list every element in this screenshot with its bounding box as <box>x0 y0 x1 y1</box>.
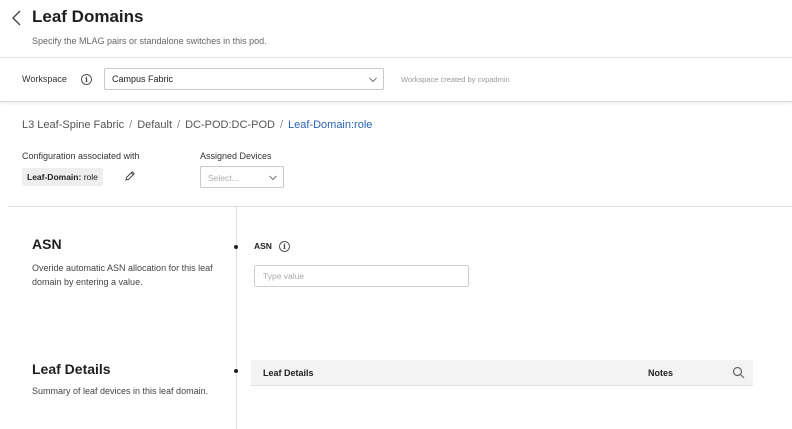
asn-field-label-text: ASN <box>254 241 272 251</box>
leaf-details-section-description: Summary of leaf devices in this leaf dom… <box>32 386 209 396</box>
leaf-details-table-header: Leaf Details Notes <box>251 360 753 386</box>
pencil-icon[interactable] <box>124 170 136 182</box>
breadcrumb-separator: / <box>177 119 181 131</box>
info-icon[interactable]: i <box>81 74 92 85</box>
chevron-down-icon <box>369 77 377 83</box>
leaf-details-section-title: Leaf Details <box>32 361 111 377</box>
leaf-details-rail-marker <box>234 369 238 373</box>
breadcrumb-separator: / <box>279 119 284 131</box>
chevron-down-icon <box>269 175 277 181</box>
breadcrumb-item-default[interactable]: Default <box>137 119 172 131</box>
search-icon[interactable] <box>732 366 745 379</box>
asn-section-title: ASN <box>32 236 62 252</box>
page-header: Leaf Domains Specify the MLAG pairs or s… <box>0 0 792 58</box>
configuration-tag: Leaf-Domain: role <box>22 168 103 186</box>
breadcrumb: L3 Leaf-Spine Fabric / Default / DC-POD:DC-P… <box>22 119 372 131</box>
page-subtitle: Specify the MLAG pairs or standalone swi… <box>32 36 267 46</box>
chevron-left-icon[interactable] <box>9 8 25 28</box>
assigned-devices-label: Assigned Devices <box>200 151 272 161</box>
page-title: Leaf Domains <box>32 7 144 26</box>
info-icon[interactable]: i <box>279 241 290 252</box>
asn-input[interactable] <box>254 265 469 287</box>
workspace-note: Workspace created by cvpadmin <box>401 75 510 84</box>
workspace-select[interactable]: Campus Fabric <box>104 68 384 90</box>
asn-section-description: Overide automatic ASN allocation for thi… <box>32 263 213 287</box>
breadcrumb-item-fabric[interactable]: L3 Leaf-Spine Fabric <box>22 119 124 131</box>
workspace-label: Workspace <box>22 74 67 84</box>
breadcrumb-separator: / <box>129 119 133 131</box>
breadcrumb-item-pod[interactable]: DC-POD:DC-POD <box>185 119 275 131</box>
assigned-devices-placeholder: Select... <box>208 173 239 183</box>
workspace-select-value: Campus Fabric <box>112 74 174 84</box>
column-header-notes[interactable]: Notes <box>648 368 673 378</box>
assigned-devices-select[interactable]: Select... <box>200 166 284 188</box>
configuration-label: Configuration associated with <box>22 151 140 161</box>
section-divider <box>8 206 792 207</box>
configuration-tag-value: role <box>83 172 98 182</box>
asn-rail-marker <box>234 245 238 249</box>
section-rail <box>236 207 237 429</box>
configuration-tag-key: Leaf-Domain: <box>27 172 82 182</box>
breadcrumb-item-current: Leaf-Domain:role <box>288 119 373 131</box>
asn-field-label: ASN <box>254 241 272 251</box>
workspace-bar: Workspace i Campus Fabric Workspace crea… <box>0 58 792 102</box>
column-header-leaf-details[interactable]: Leaf Details <box>263 368 314 378</box>
